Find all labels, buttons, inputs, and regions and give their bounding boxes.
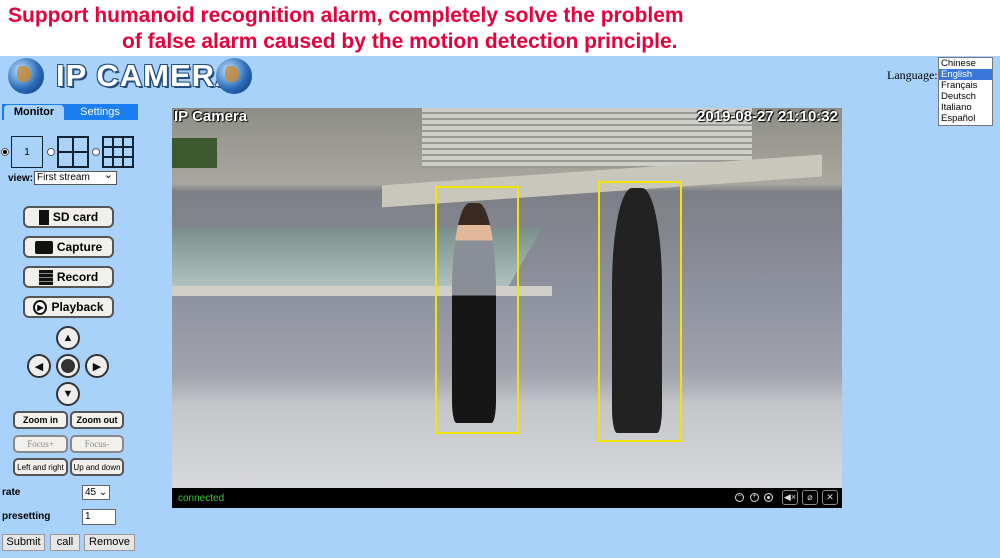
layout-radio-1[interactable]	[1, 148, 9, 156]
banner-line-2: of false alarm caused by the motion dete…	[122, 30, 678, 53]
ptz-down-button[interactable]: ▼	[56, 382, 80, 406]
sd-card-label: SD card	[52, 210, 99, 224]
globe-icon	[8, 58, 44, 94]
circle-icon	[61, 359, 75, 373]
ptz-left-button[interactable]: ◀	[27, 354, 51, 378]
remove-button[interactable]: Remove	[84, 534, 135, 551]
language-option[interactable]: Chinese	[939, 58, 992, 69]
banner-line-1: Support humanoid recognition alarm, comp…	[8, 4, 684, 27]
camera-icon	[34, 240, 53, 254]
video-player[interactable]: IP Camera 2019-08-27 21:10:32 connected …	[172, 108, 842, 508]
rate-select[interactable]: 45 ⌄	[82, 485, 110, 500]
record-dot-icon[interactable]	[764, 493, 773, 502]
record-button[interactable]: Record	[23, 266, 114, 288]
language-listbox[interactable]: Chinese English Français Deutsch Italian…	[938, 57, 993, 126]
camera-feed	[172, 108, 842, 488]
globe-icon	[216, 58, 252, 94]
layout-single-label: 1	[24, 146, 30, 158]
playback-label: Playback	[51, 300, 104, 314]
ptz-up-button[interactable]: ▲	[56, 326, 80, 350]
connection-status: connected	[178, 493, 225, 504]
detection-box	[598, 181, 682, 442]
speaker-mute-icon[interactable]: ◀×	[782, 490, 798, 505]
call-button[interactable]: call	[50, 534, 80, 551]
playback-button[interactable]: ▶ Playback	[23, 296, 114, 318]
left-right-button[interactable]: Left and right	[13, 458, 68, 476]
tab-monitor[interactable]: Monitor	[4, 105, 64, 120]
capture-label: Capture	[56, 240, 103, 254]
layout-radio-4[interactable]	[47, 148, 55, 156]
layout-nine[interactable]	[102, 136, 134, 168]
rate-value: 45	[85, 487, 97, 498]
promo-banner: Support humanoid recognition alarm, comp…	[0, 0, 1000, 56]
ptz-right-button[interactable]: ▶	[85, 354, 109, 378]
osd-camera-title: IP Camera	[174, 108, 248, 125]
submit-button[interactable]: Submit	[2, 534, 45, 551]
presetting-label: presetting	[2, 511, 51, 522]
sd-card-icon	[38, 209, 49, 225]
logo: IP CAMERA	[56, 58, 239, 93]
up-down-button[interactable]: Up and down	[70, 458, 124, 476]
language-option[interactable]: Deutsch	[939, 91, 992, 102]
layout-quad[interactable]	[57, 136, 89, 168]
tools-icon[interactable]: ✕	[822, 490, 838, 505]
layout-radio-9[interactable]	[92, 148, 100, 156]
detection-box	[435, 186, 519, 434]
sidebar: Monitor Settings 1 view: First stream SD…	[0, 100, 140, 558]
osd-timestamp: 2019-08-27 21:10:32	[697, 108, 838, 125]
ptz-center-button[interactable]	[56, 354, 80, 378]
sd-card-button[interactable]: SD card	[23, 206, 114, 228]
rate-label: rate	[2, 487, 21, 498]
play-icon: ▶	[33, 299, 48, 315]
capture-button[interactable]: Capture	[23, 236, 114, 258]
language-option[interactable]: Español	[939, 113, 992, 124]
record-label: Record	[56, 270, 99, 284]
layout-single[interactable]: 1	[11, 136, 43, 168]
header: IP CAMERA Language: Chinese English Fran…	[0, 56, 1000, 126]
microphone-mute-icon[interactable]: ⌀	[802, 490, 818, 505]
zoom-out-icon[interactable]: −	[735, 493, 744, 502]
focus-minus-button[interactable]: Focus-	[70, 435, 124, 453]
language-option[interactable]: Français	[939, 80, 992, 91]
tab-bar: Monitor Settings	[2, 104, 138, 120]
focus-plus-button[interactable]: Focus+	[13, 435, 68, 453]
zoom-in-icon[interactable]: +	[750, 493, 759, 502]
film-icon	[38, 269, 53, 285]
language-option[interactable]: English	[939, 69, 992, 80]
zoom-out-button[interactable]: Zoom out	[70, 411, 124, 429]
view-select[interactable]: First stream	[34, 169, 117, 185]
tab-settings[interactable]: Settings	[68, 105, 132, 120]
zoom-in-button[interactable]: Zoom in	[13, 411, 68, 429]
language-option[interactable]: Italiano	[939, 102, 992, 113]
video-control-bar: connected − + ◀× ⌀ ✕	[172, 488, 842, 508]
language-label: Language:	[887, 68, 938, 82]
presetting-input[interactable]: 1	[82, 509, 116, 525]
view-label: view:	[8, 173, 34, 184]
